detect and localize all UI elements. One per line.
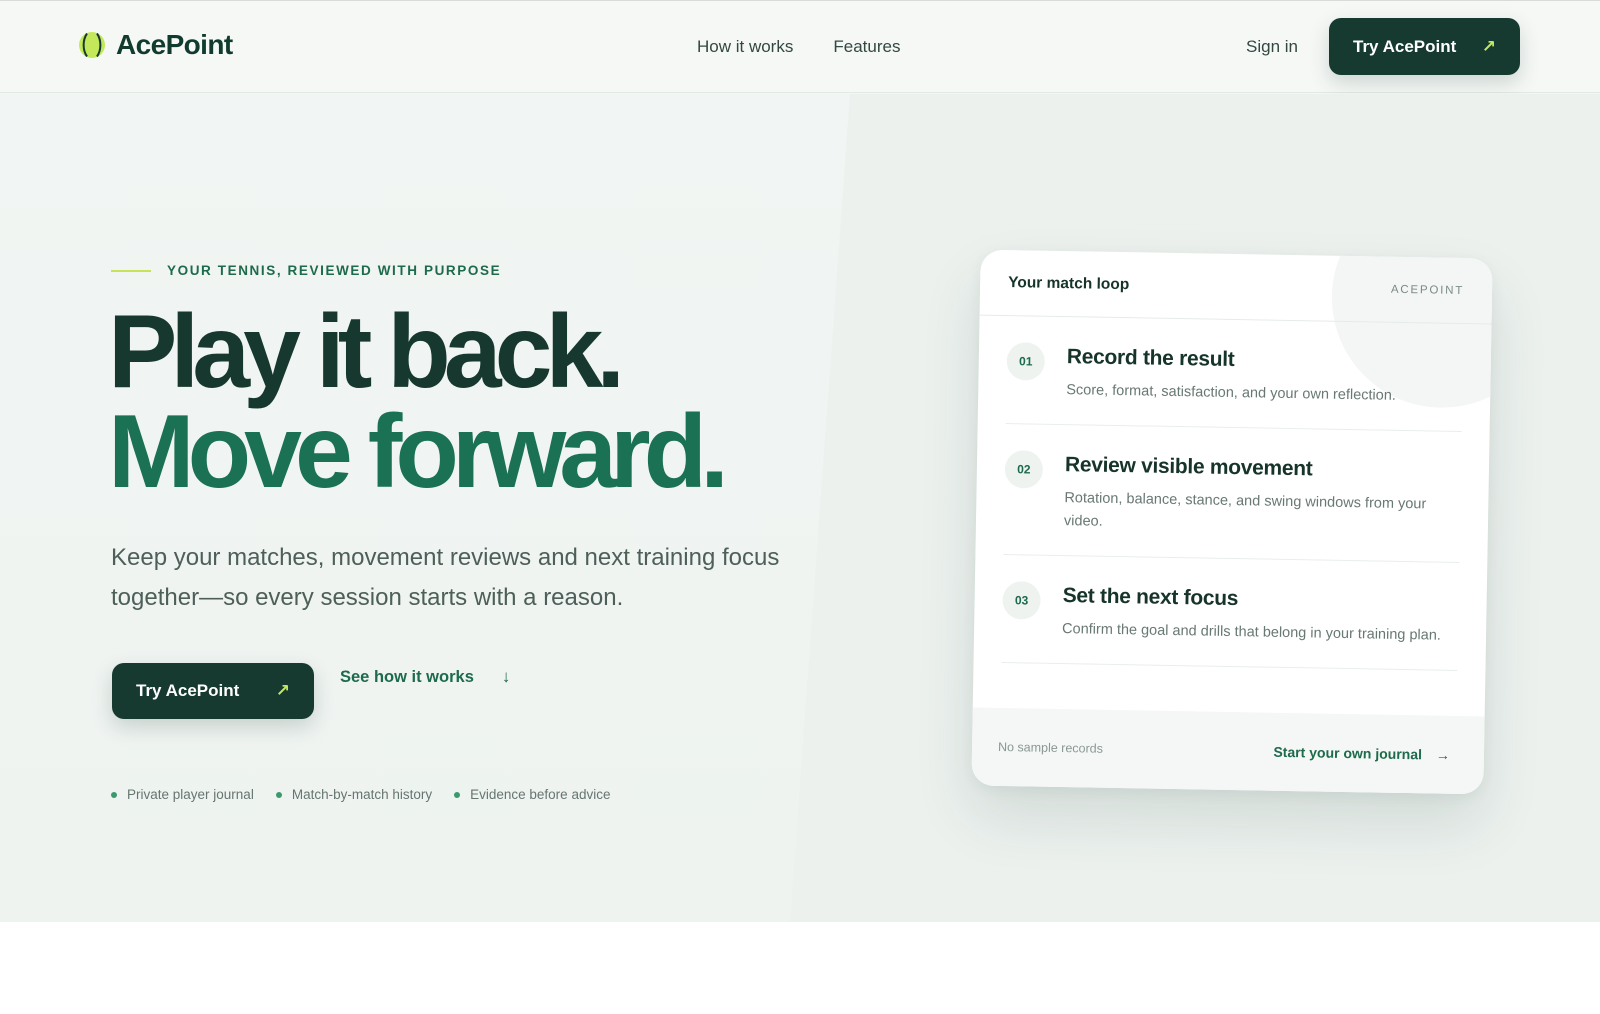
brand-logo-link[interactable]: AcePoint <box>78 29 233 61</box>
step-number: 01 <box>1006 342 1046 381</box>
arrow-up-right-icon: ↗ <box>1481 36 1496 56</box>
header-try-button[interactable]: Try AcePoint ↗ <box>1329 18 1520 75</box>
see-how-it-works-link[interactable]: See how it works ↓ <box>340 667 510 687</box>
arrow-down-icon: ↓ <box>501 667 511 686</box>
start-journal-label: Start your own journal <box>1273 743 1423 763</box>
arrow-right-icon: → <box>1435 746 1451 763</box>
check-label: Match-by-match history <box>291 787 433 802</box>
step-body: Review visible movement Rotation, balanc… <box>1064 451 1445 540</box>
card-title: Your match loop <box>1008 273 1130 293</box>
step-description: Confirm the goal and drills that belong … <box>1061 621 1442 644</box>
step-body: Set the next focus Confirm the goal and … <box>1062 582 1442 648</box>
tennis-ball-icon <box>79 32 105 58</box>
headline-line-2: Move forward. <box>108 394 729 510</box>
eyebrow-accent-line <box>111 269 151 272</box>
start-journal-link[interactable]: Start your own journal → <box>1273 744 1450 763</box>
brand-name: AcePoint <box>116 29 233 60</box>
check-item: Private player journal <box>111 787 254 802</box>
step-description: Score, format, satisfaction, and your ow… <box>1066 382 1397 404</box>
match-loop-card: Your match loop ACEPOINT 01 Record the r… <box>971 249 1493 795</box>
bullet-dot-icon <box>454 791 461 798</box>
nav-how-it-works[interactable]: How it works <box>697 37 793 57</box>
eyebrow-text: YOUR TENNIS, REVIEWED WITH PURPOSE <box>167 263 502 278</box>
step-title: Record the result <box>1066 345 1235 372</box>
step-number: 03 <box>1002 581 1041 620</box>
check-item: Match-by-match history <box>275 787 433 802</box>
check-item: Evidence before advice <box>454 787 610 802</box>
next-section-start <box>0 922 1600 1014</box>
step-number: 02 <box>1004 450 1044 489</box>
step-description: Rotation, balance, stance, and swing win… <box>1063 490 1427 530</box>
check-label: Private player journal <box>127 787 254 802</box>
hero-eyebrow: YOUR TENNIS, REVIEWED WITH PURPOSE <box>111 263 501 278</box>
main-nav: How it works Features <box>697 37 900 57</box>
check-label: Evidence before advice <box>470 787 611 802</box>
card-brand: ACEPOINT <box>1390 283 1465 297</box>
step-title: Set the next focus <box>1062 584 1239 611</box>
loop-step: 01 Record the result Score, format, sati… <box>1005 316 1464 432</box>
site-header: AcePoint How it works Features Sign in T… <box>0 1 1600 93</box>
hero-checklist: Private player journal Match-by-match hi… <box>111 787 610 802</box>
hero-section: YOUR TENNIS, REVIEWED WITH PURPOSE Play … <box>0 94 1600 922</box>
step-body: Record the result Score, format, satisfa… <box>1066 343 1397 408</box>
hero-try-button[interactable]: Try AcePoint ↗ <box>112 663 314 719</box>
sign-in-link[interactable]: Sign in <box>1246 37 1298 57</box>
card-header: Your match loop ACEPOINT <box>979 249 1493 325</box>
arrow-up-right-icon: ↗ <box>275 681 290 700</box>
step-title: Review visible movement <box>1064 453 1313 481</box>
loop-step: 02 Review visible movement Rotation, bal… <box>1003 424 1462 563</box>
hero-headline: Play it back. Move forward. <box>108 294 729 510</box>
header-try-label: Try AcePoint <box>1353 36 1457 56</box>
nav-features[interactable]: Features <box>833 37 900 57</box>
see-how-it-works-label: See how it works <box>340 667 474 686</box>
bullet-dot-icon <box>111 791 117 798</box>
hero-lead: Keep your matches, movement reviews and … <box>111 544 780 611</box>
footer-note: No sample records <box>997 739 1104 756</box>
loop-step: 03 Set the next focus Confirm the goal a… <box>1001 555 1460 671</box>
hero-try-label: Try AcePoint <box>136 681 240 700</box>
bullet-dot-icon <box>275 791 282 798</box>
headline-line-1: Play it back. <box>108 294 625 410</box>
card-footer: No sample records Start your own journal… <box>971 707 1485 795</box>
